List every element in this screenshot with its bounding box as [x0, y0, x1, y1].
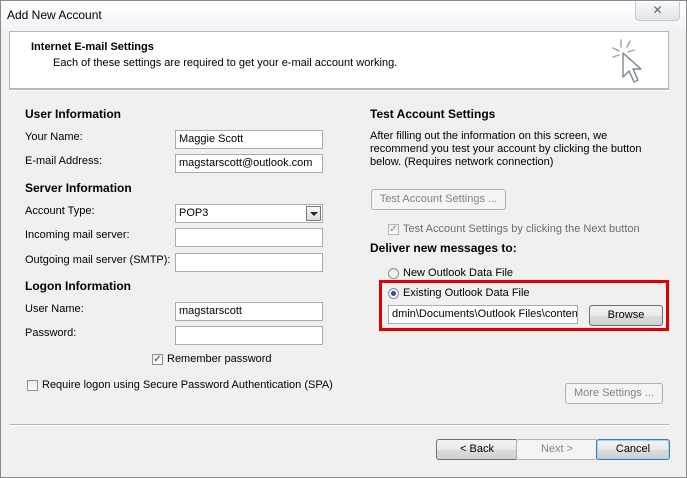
account-type-label: Account Type: — [25, 205, 95, 217]
incoming-mail-server-label: Incoming mail server: — [25, 229, 130, 241]
header-panel: Internet E-mail Settings Each of these s… — [9, 31, 669, 89]
chevron-down-icon[interactable] — [306, 206, 321, 221]
deliver-messages-heading: Deliver new messages to: — [370, 241, 517, 255]
next-button[interactable]: Next > — [516, 439, 598, 460]
your-name-label: Your Name: — [25, 131, 83, 143]
header-title: Internet E-mail Settings — [31, 41, 154, 53]
outgoing-mail-server-field[interactable] — [175, 253, 323, 272]
test-account-settings-button[interactable]: Test Account Settings ... — [371, 189, 506, 210]
server-information-heading: Server Information — [25, 181, 132, 195]
title-bar: Add New Account ✕ — [1, 1, 686, 30]
footer-separator — [9, 424, 669, 426]
test-description-line2: recommend you test your account by click… — [370, 143, 642, 155]
your-name-field[interactable]: Maggie Scott — [175, 130, 323, 149]
password-label: Password: — [25, 327, 77, 339]
cancel-button[interactable]: Cancel — [596, 439, 670, 460]
new-outlook-data-file-radio[interactable] — [388, 268, 399, 279]
more-settings-button[interactable]: More Settings ... — [565, 383, 663, 404]
header-subtitle: Each of these settings are required to g… — [53, 57, 398, 69]
remember-password-checkbox[interactable]: ✓ — [152, 354, 163, 365]
header-separator — [9, 89, 669, 91]
email-address-field[interactable]: magstarscott@outlook.com — [175, 154, 323, 173]
new-outlook-data-file-label: New Outlook Data File — [403, 267, 514, 279]
test-description-line3: below. (Requires network connection) — [370, 156, 554, 168]
user-information-heading: User Information — [25, 107, 122, 121]
incoming-mail-server-field[interactable] — [175, 228, 323, 247]
add-new-account-dialog: Add New Account ✕ Internet E-mail Settin… — [0, 0, 687, 478]
cursor-sparkle-icon — [612, 39, 642, 83]
test-description-line1: After filling out the information on thi… — [370, 130, 608, 142]
logon-information-heading: Logon Information — [25, 279, 131, 293]
test-account-settings-heading: Test Account Settings — [370, 107, 496, 121]
test-by-next-checkbox[interactable]: ✓ — [388, 224, 399, 235]
password-field[interactable] — [175, 326, 323, 345]
account-type-select[interactable]: POP3 — [175, 204, 323, 223]
account-type-value: POP3 — [179, 207, 209, 219]
window-title: Add New Account — [7, 8, 102, 22]
back-button[interactable]: < Back — [436, 439, 518, 460]
spa-label: Require logon using Secure Password Auth… — [42, 379, 333, 391]
outgoing-mail-server-label: Outgoing mail server (SMTP): — [25, 254, 171, 266]
test-by-next-label: Test Account Settings by clicking the Ne… — [403, 223, 640, 235]
user-name-field[interactable]: magstarscott — [175, 302, 323, 321]
remember-password-label: Remember password — [167, 353, 272, 365]
user-name-label: User Name: — [25, 303, 84, 315]
email-address-label: E-mail Address: — [25, 155, 103, 167]
close-button[interactable]: ✕ — [635, 2, 680, 21]
highlight-box — [379, 280, 669, 331]
spa-checkbox[interactable] — [27, 380, 38, 391]
